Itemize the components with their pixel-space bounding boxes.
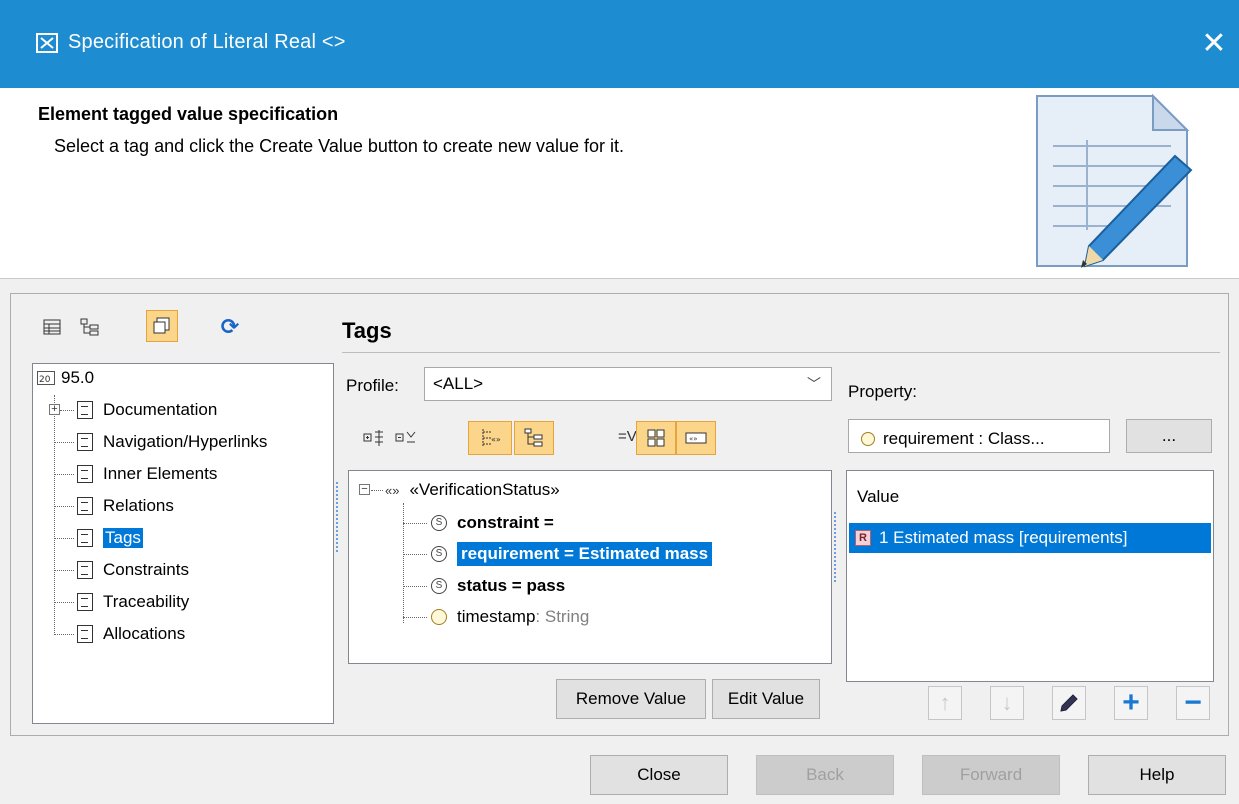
tree-root[interactable]: 20 95.0 (37, 364, 94, 392)
tree-root-label: 95.0 (61, 368, 95, 387)
tag-label: requirement = Estimated mass (457, 542, 713, 566)
close-button[interactable]: Close (590, 755, 728, 795)
help-button[interactable]: Help (1088, 755, 1226, 795)
header-title: Element tagged value specification (38, 104, 339, 124)
requirement-icon: R (855, 530, 871, 546)
window-title: Specification of Literal Real <> (68, 31, 346, 53)
tag-type: : String (535, 607, 590, 626)
tag-row-requirement[interactable]: S requirement = Estimated mass (431, 540, 713, 568)
edit-pencil-icon[interactable] (1052, 686, 1086, 720)
svg-text:«»: «» (491, 435, 501, 444)
tree-item-traceability[interactable]: Traceability (77, 588, 189, 616)
profile-value: <ALL> (433, 374, 484, 393)
tree-item-constraints[interactable]: Constraints (77, 556, 189, 584)
stereotype-label: «VerificationStatus» (409, 480, 560, 499)
slot-icon: S (431, 546, 447, 562)
tree-item-relations[interactable]: Relations (77, 492, 174, 520)
stereotype-node[interactable]: «» «VerificationStatus» (385, 476, 560, 504)
expand-icon[interactable]: + (49, 404, 60, 415)
property-icon (431, 609, 447, 625)
tag-label: timestamp (457, 607, 536, 626)
slot-icon: S (431, 515, 447, 531)
chevron-down-icon: ﹀ (807, 376, 821, 392)
stereotype-icon: «» (385, 482, 400, 498)
group-by-stereotype-icon[interactable] (514, 421, 554, 455)
category-tree: 20 95.0 + Documentation Navigation/Hyper… (32, 363, 334, 724)
edit-value-button[interactable]: Edit Value (712, 679, 820, 719)
value-row[interactable]: R 1 Estimated mass [requirements] (849, 523, 1211, 553)
profile-select[interactable]: <ALL> ﹀ (424, 367, 832, 401)
more-button[interactable]: ... (1126, 419, 1212, 453)
page-icon (77, 497, 93, 515)
page-icon (77, 561, 93, 579)
refresh-icon[interactable]: ⟳ (216, 313, 244, 341)
section-title: Tags (342, 318, 392, 343)
show-tags-icon[interactable]: «» (468, 421, 512, 455)
tree-item-label: Tags (103, 528, 143, 548)
collapse-icon[interactable]: − (359, 484, 370, 495)
tags-tree: − «» «VerificationStatus» S constraint =… (348, 470, 832, 664)
literal-real-icon: 20 (37, 371, 55, 385)
property-icon (861, 432, 875, 446)
tree-item-inner-elements[interactable]: Inner Elements (77, 460, 217, 488)
compartments-icon[interactable] (146, 310, 178, 342)
header-subtitle: Select a tag and click the Create Value … (54, 136, 624, 156)
property-field[interactable]: requirement : Class... (848, 419, 1110, 453)
tag-label: constraint = (457, 513, 554, 532)
header-panel: Element tagged value specification Selec… (0, 88, 1239, 279)
tag-row-constraint[interactable]: S constraint = (431, 509, 554, 537)
show-value-toggle[interactable]: =V (618, 428, 637, 445)
back-button[interactable]: Back (756, 755, 894, 795)
tree-item-tags[interactable]: Tags (77, 524, 143, 552)
grid-view-icon[interactable] (636, 421, 676, 455)
svg-text:20: 20 (39, 375, 51, 385)
value-list: Value R 1 Estimated mass [requirements] (846, 470, 1214, 682)
table-view-icon[interactable] (38, 313, 66, 341)
section-divider (342, 352, 1220, 353)
page-icon (77, 625, 93, 643)
tree-item-label: Inner Elements (103, 464, 218, 483)
splitter-handle[interactable] (834, 512, 836, 582)
value-label: 1 Estimated mass [requirements] (879, 528, 1128, 547)
value-header: Value (857, 487, 900, 506)
property-value: requirement : Class... (883, 429, 1045, 448)
move-up-icon[interactable]: ↑ (928, 686, 962, 720)
svg-text:«»: «» (689, 435, 698, 443)
move-down-icon[interactable]: ↓ (990, 686, 1024, 720)
tree-item-documentation[interactable]: Documentation (77, 396, 217, 424)
tag-row-timestamp[interactable]: timestamp : String (431, 603, 589, 631)
slot-icon: S (431, 578, 447, 594)
forward-button[interactable]: Forward (922, 755, 1060, 795)
profile-label: Profile: (346, 376, 399, 395)
collapse-all-icon[interactable] (392, 424, 420, 452)
page-icon (77, 433, 93, 451)
tree-item-label: Traceability (103, 592, 190, 611)
page-icon (77, 401, 93, 419)
compact-view-icon[interactable]: «» (676, 421, 716, 455)
page-icon (77, 529, 93, 547)
splitter-handle[interactable] (336, 482, 338, 552)
property-label: Property: (848, 382, 917, 401)
expand-all-icon[interactable] (360, 424, 388, 452)
tree-item-label: Constraints (103, 560, 189, 579)
close-window-button[interactable]: ✕ (1196, 24, 1232, 64)
tree-item-label: Allocations (103, 624, 186, 643)
add-icon[interactable]: + (1114, 686, 1148, 720)
tree-item-allocations[interactable]: Allocations (77, 620, 185, 648)
app-icon (36, 33, 58, 53)
page-icon (77, 593, 93, 611)
tree-item-navigation[interactable]: Navigation/Hyperlinks (77, 428, 267, 456)
document-pencil-icon (1036, 93, 1193, 268)
tree-item-label: Navigation/Hyperlinks (103, 432, 268, 451)
remove-icon[interactable]: − (1176, 686, 1210, 720)
title-bar: Specification of Literal Real <> ✕ (0, 0, 1239, 88)
tree-item-label: Documentation (103, 400, 218, 419)
remove-value-button[interactable]: Remove Value (556, 679, 706, 719)
tag-label: status = pass (457, 576, 566, 595)
tree-view-icon[interactable] (76, 313, 104, 341)
tag-row-status[interactable]: S status = pass (431, 572, 565, 600)
tree-item-label: Relations (103, 496, 174, 515)
page-icon (77, 465, 93, 483)
